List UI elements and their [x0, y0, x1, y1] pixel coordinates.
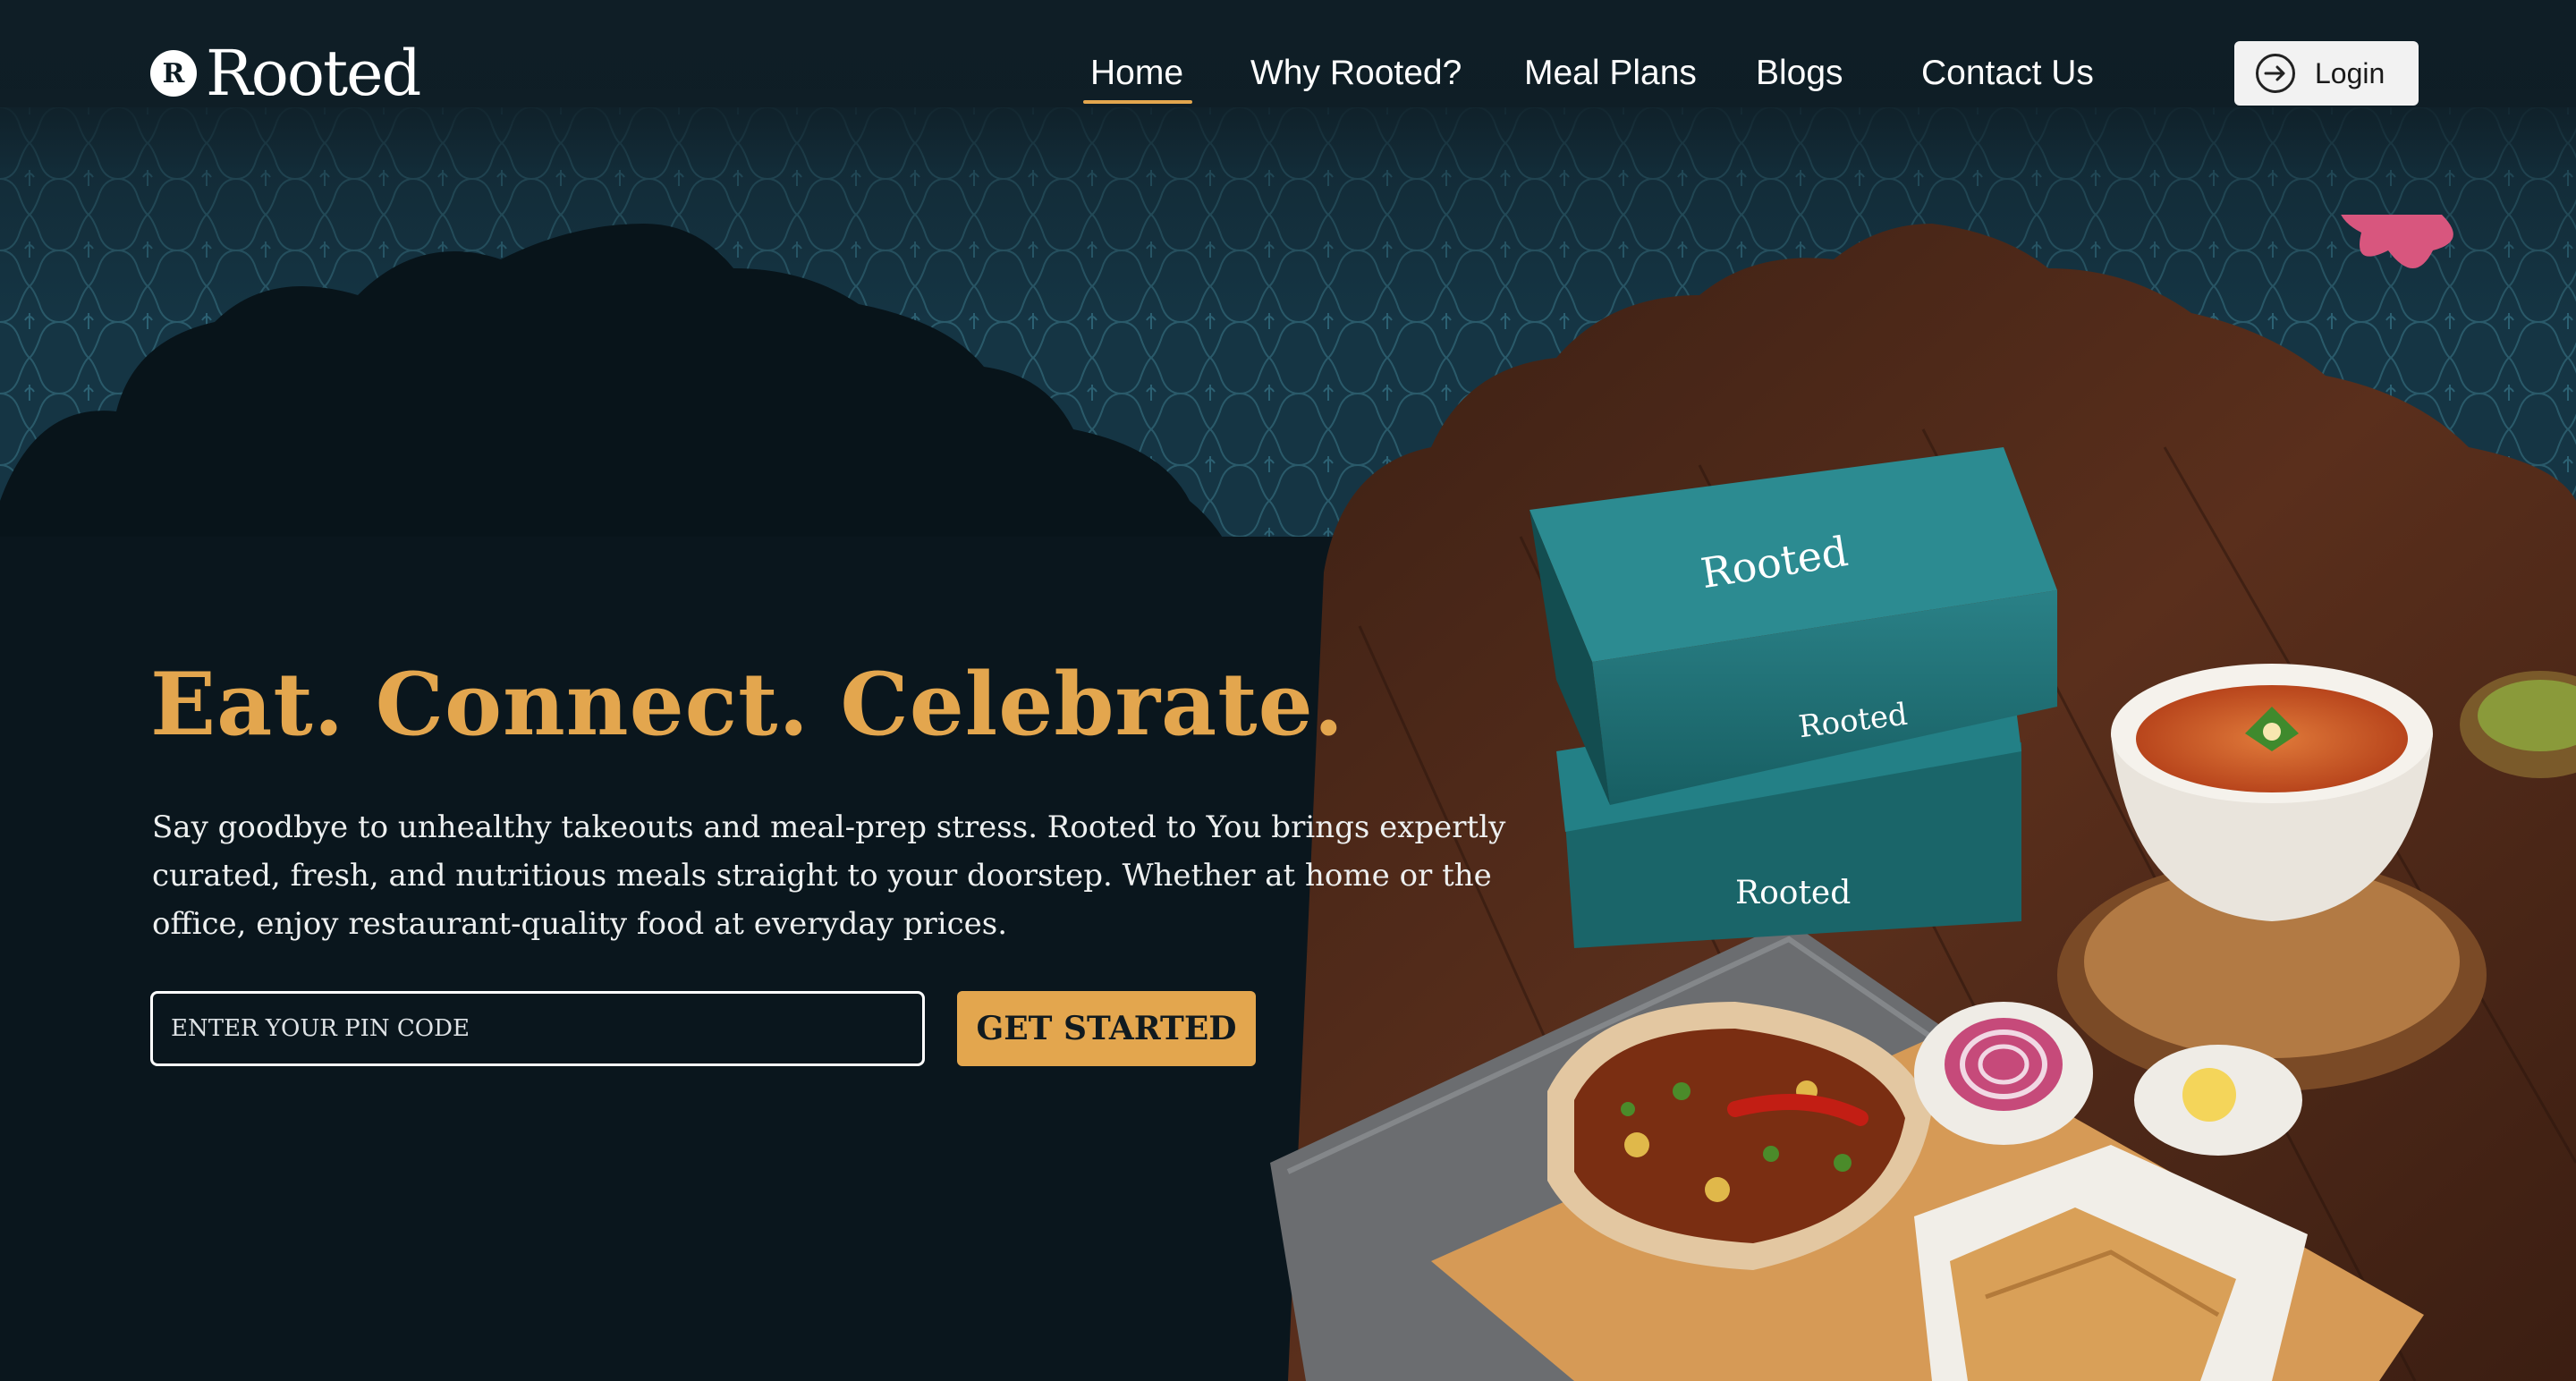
- rooted-box-stack: Rooted Rooted Rooted: [1530, 447, 2057, 948]
- hero-headline: Eat. Connect. Celebrate.: [150, 654, 1345, 755]
- pin-code-input[interactable]: [150, 991, 925, 1066]
- box-label-bottom: Rooted: [1735, 875, 1851, 911]
- nav-item-why-rooted[interactable]: Why Rooted?: [1250, 47, 1462, 100]
- hero-description: Say goodbye to unhealthy takeouts and me…: [152, 809, 1506, 942]
- nav-item-contact-us[interactable]: Contact Us: [1921, 47, 2094, 100]
- site-header: R Rooted Home Why Rooted? Meal Plans Blo…: [0, 0, 2576, 147]
- get-started-button[interactable]: GET STARTED: [957, 991, 1256, 1066]
- food-illustration: Rooted Rooted Rooted: [1270, 215, 2576, 1381]
- nav-item-meal-plans[interactable]: Meal Plans: [1524, 47, 1697, 100]
- login-button[interactable]: Login: [2234, 41, 2419, 106]
- main-nav: Home Why Rooted? Meal Plans Blogs Contac…: [0, 47, 2576, 104]
- hero-section: Rooted Rooted Rooted R Rooted Home Why R…: [0, 0, 2576, 1381]
- arrow-right-circle-icon: [2256, 54, 2295, 93]
- nav-item-home[interactable]: Home: [1082, 47, 1193, 104]
- login-label: Login: [2315, 56, 2385, 89]
- nav-item-blogs[interactable]: Blogs: [1756, 47, 1843, 100]
